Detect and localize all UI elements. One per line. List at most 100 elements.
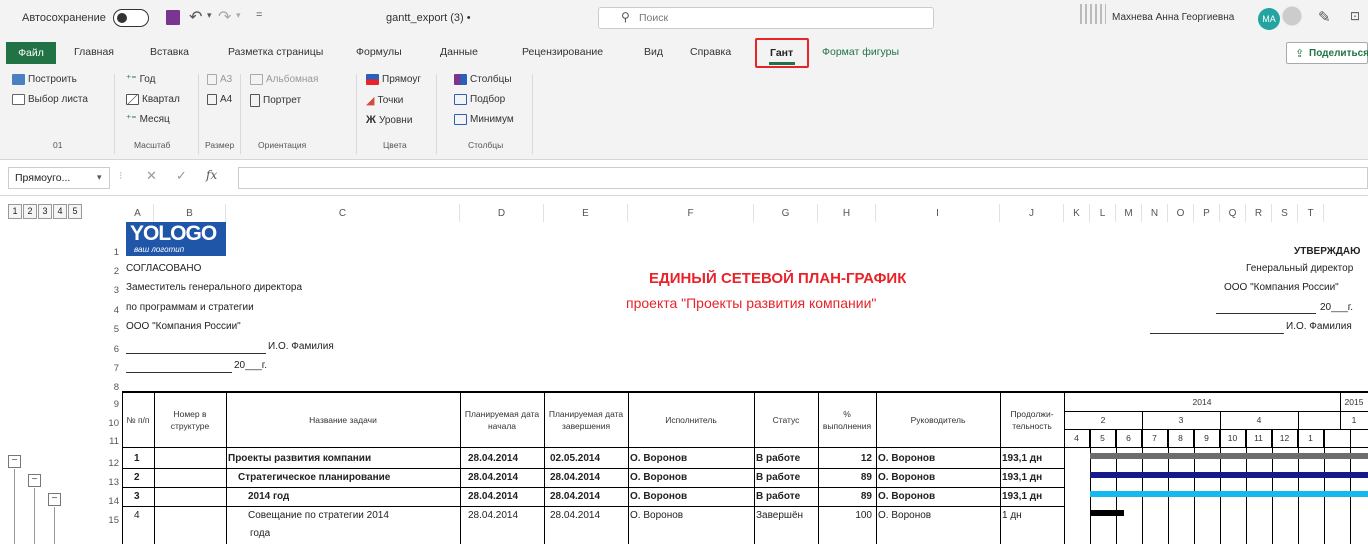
task-manager-cell[interactable]: О. Воронов: [878, 510, 931, 521]
column-header-L[interactable]: L: [1090, 204, 1116, 222]
row-header-6[interactable]: 6: [100, 344, 122, 355]
row-header-4[interactable]: 4: [100, 305, 122, 316]
search-box[interactable]: ⚲ Поиск: [598, 7, 934, 29]
tab-data[interactable]: Данные: [440, 46, 478, 58]
task-task-cell[interactable]: Совещание по стратегии 2014: [248, 510, 389, 521]
task-task-cell[interactable]: Стратегическое планирование: [238, 472, 390, 483]
collapse-level2-button[interactable]: −: [28, 474, 41, 487]
undo-icon[interactable]: ↶: [189, 7, 202, 27]
row-header-12[interactable]: 12: [100, 458, 122, 469]
task-percent-cell[interactable]: 100: [818, 510, 872, 521]
task-num-cell[interactable]: 1: [134, 453, 140, 464]
tab-help[interactable]: Справка: [690, 46, 731, 58]
task-start-cell[interactable]: 28.04.2014: [468, 510, 518, 521]
task-percent-cell[interactable]: 89: [818, 472, 872, 483]
task-status-cell[interactable]: В работе: [756, 472, 800, 483]
outline-level-2-button[interactable]: 2: [23, 204, 37, 219]
row-header-1[interactable]: 1: [100, 247, 122, 258]
tab-insert[interactable]: Вставка: [150, 46, 189, 58]
column-header-I[interactable]: I: [876, 204, 1000, 222]
task-start-cell[interactable]: 28.04.2014: [468, 491, 518, 502]
tab-gantt[interactable]: Гант: [755, 38, 809, 68]
color-rect-button[interactable]: Прямоуг: [366, 74, 421, 85]
column-header-E[interactable]: E: [544, 204, 628, 222]
collapse-level1-button[interactable]: −: [8, 455, 21, 468]
name-box[interactable]: Прямоуго... ▾: [8, 167, 110, 189]
column-header-P[interactable]: P: [1194, 204, 1220, 222]
build-button[interactable]: Построить: [12, 74, 77, 85]
column-header-H[interactable]: H: [818, 204, 876, 222]
tab-review[interactable]: Рецензирование: [522, 46, 603, 58]
color-levels-button[interactable]: Ж Уровни: [366, 114, 412, 126]
insert-function-icon[interactable]: fx: [206, 168, 217, 182]
tab-shape-format[interactable]: Формат фигуры: [822, 46, 899, 58]
redo-icon[interactable]: ↷: [218, 7, 231, 27]
outline-level-5-button[interactable]: 5: [68, 204, 82, 219]
tab-file[interactable]: Файл: [6, 42, 56, 64]
task-end-cell[interactable]: 28.04.2014: [550, 472, 600, 483]
column-header-T[interactable]: T: [1298, 204, 1324, 222]
minimum-button[interactable]: Минимум: [454, 114, 514, 125]
tab-view[interactable]: Вид: [644, 46, 663, 58]
column-header-K[interactable]: K: [1064, 204, 1090, 222]
column-header-M[interactable]: M: [1116, 204, 1142, 222]
landscape-button[interactable]: Альбомная: [250, 74, 318, 85]
gantt-bar-task-1[interactable]: [1090, 453, 1368, 459]
row-header-15[interactable]: 15: [100, 515, 122, 526]
save-icon[interactable]: [166, 10, 180, 25]
task-manager-cell[interactable]: О. Воронов: [878, 491, 935, 502]
color-points-button[interactable]: ◢ Точки: [366, 94, 403, 107]
column-header-J[interactable]: J: [1000, 204, 1064, 222]
task-end-cell[interactable]: 28.04.2014: [550, 491, 600, 502]
task-executor-cell[interactable]: О. Воронов: [630, 472, 687, 483]
outline-level-4-button[interactable]: 4: [53, 204, 67, 219]
cancel-icon[interactable]: ✕: [146, 168, 157, 184]
scale-quarter-button[interactable]: Квартал: [126, 94, 180, 105]
row-header-11[interactable]: 11: [100, 436, 122, 447]
task-start-cell[interactable]: 28.04.2014: [468, 472, 518, 483]
task-status-cell[interactable]: В работе: [756, 453, 800, 464]
outline-level-1-button[interactable]: 1: [8, 204, 22, 219]
task-num-cell[interactable]: 3: [134, 491, 140, 502]
task-percent-cell[interactable]: 89: [818, 491, 872, 502]
task-num-cell[interactable]: 4: [134, 510, 140, 521]
row-header-5[interactable]: 5: [100, 324, 122, 335]
customize-toolbar-icon[interactable]: =: [256, 9, 262, 21]
pen-icon[interactable]: ✎: [1318, 8, 1331, 26]
tab-page-layout[interactable]: Разметка страницы: [228, 46, 323, 58]
task-status-cell[interactable]: Завершён: [756, 510, 803, 521]
task-manager-cell[interactable]: О. Воронов: [878, 472, 935, 483]
fit-button[interactable]: Подбор: [454, 94, 505, 105]
undo-dropdown-icon[interactable]: ▾: [207, 10, 212, 21]
formula-input[interactable]: [238, 167, 1368, 189]
size-a4-button[interactable]: A4: [207, 94, 232, 105]
task-duration-cell[interactable]: 193,1 дн: [1002, 472, 1042, 483]
tab-formulas[interactable]: Формулы: [356, 46, 402, 58]
tab-home[interactable]: Главная: [74, 46, 114, 58]
column-header-D[interactable]: D: [460, 204, 544, 222]
autosave-toggle[interactable]: [113, 9, 149, 27]
task-executor-cell[interactable]: О. Воронов: [630, 453, 687, 464]
column-header-N[interactable]: N: [1142, 204, 1168, 222]
outline-level-3-button[interactable]: 3: [38, 204, 52, 219]
row-header-13[interactable]: 13: [100, 477, 122, 488]
column-header-G[interactable]: G: [754, 204, 818, 222]
row-header-7[interactable]: 7: [100, 363, 122, 374]
column-header-Q[interactable]: Q: [1220, 204, 1246, 222]
portrait-button[interactable]: Портрет: [250, 94, 301, 107]
task-task-cell[interactable]: 2014 год: [248, 491, 289, 502]
size-a3-button[interactable]: A3: [207, 74, 232, 85]
columns-button[interactable]: Столбцы: [454, 74, 512, 85]
column-header-C[interactable]: C: [226, 204, 460, 222]
user-avatar[interactable]: МА: [1258, 8, 1280, 30]
column-header-O[interactable]: O: [1168, 204, 1194, 222]
task-end-cell[interactable]: 28.04.2014: [550, 510, 600, 521]
ribbon-display-icon[interactable]: ⊡: [1350, 9, 1360, 23]
share-button[interactable]: ⇪ Поделиться: [1286, 42, 1368, 64]
task-duration-cell[interactable]: 193,1 дн: [1002, 491, 1042, 502]
row-header-3[interactable]: 3: [100, 285, 122, 296]
task-executor-cell[interactable]: О. Воронов: [630, 491, 687, 502]
task-duration-cell[interactable]: 193,1 дн: [1002, 453, 1042, 464]
column-header-R[interactable]: R: [1246, 204, 1272, 222]
collapse-level3-button[interactable]: −: [48, 493, 61, 506]
